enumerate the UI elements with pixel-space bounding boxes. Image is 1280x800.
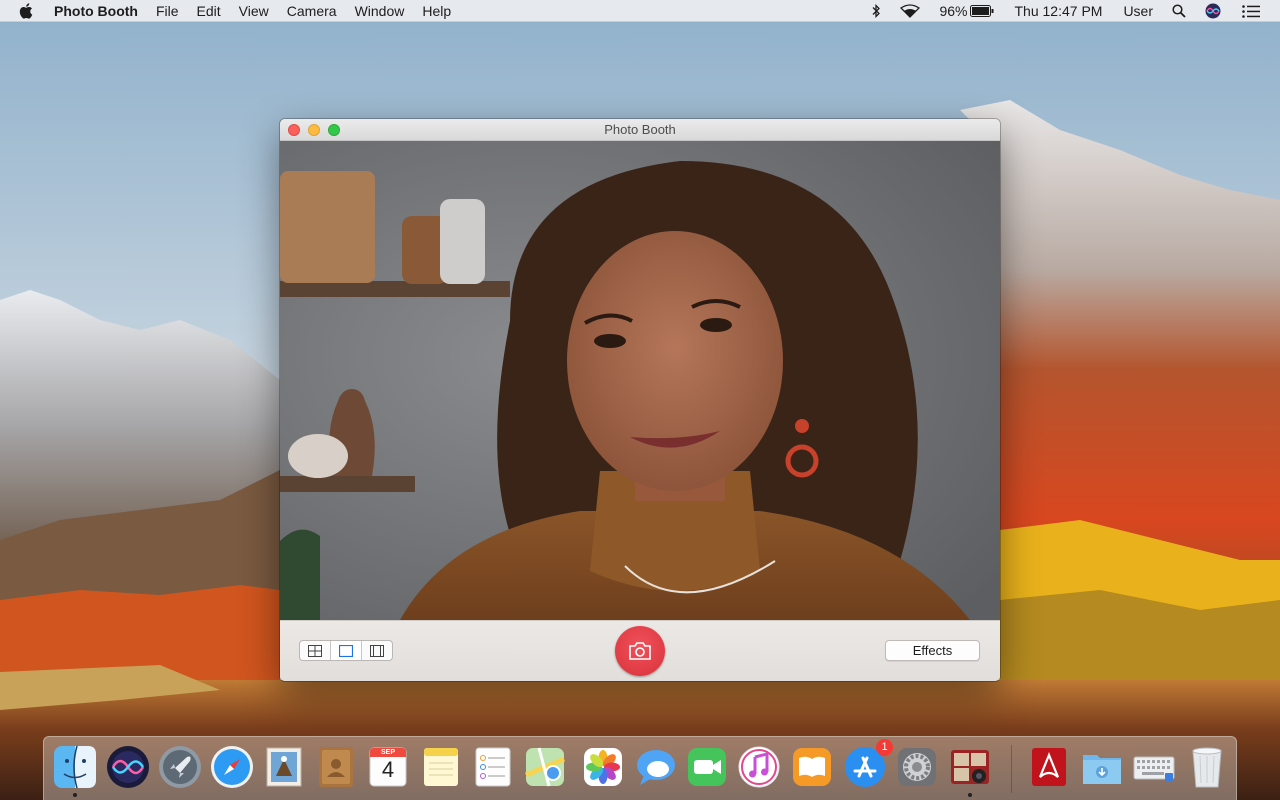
maps-icon <box>525 747 565 787</box>
launchpad-rocket-icon <box>159 746 201 788</box>
photo-booth-toolbar: Effects <box>280 620 1000 681</box>
mail-stamp-icon <box>266 747 302 787</box>
single-photo-view-button[interactable] <box>331 641 362 660</box>
reminders-list-icon <box>475 747 511 787</box>
downloads-folder-icon <box>1083 755 1121 784</box>
itunes-note-icon <box>738 746 780 788</box>
notification-center-icon[interactable] <box>1228 4 1280 18</box>
siri-icon[interactable] <box>1193 3 1228 19</box>
menu-edit[interactable]: Edit <box>188 0 230 22</box>
dock-contacts[interactable] <box>314 745 358 789</box>
menu-bar: Photo Booth File Edit View Camera Window… <box>0 0 1280 22</box>
dock-itunes[interactable] <box>737 745 781 789</box>
trash-icon <box>1192 747 1222 788</box>
wifi-icon[interactable] <box>888 4 927 18</box>
view-mode-segmented-control <box>299 640 393 661</box>
filmstrip-view-button[interactable] <box>362 641 392 660</box>
dock-system-preferences[interactable] <box>895 745 939 789</box>
dock-launchpad[interactable] <box>158 745 202 789</box>
take-photo-button[interactable] <box>615 626 665 676</box>
safari-compass-icon <box>211 746 253 788</box>
menu-camera[interactable]: Camera <box>278 0 346 22</box>
spotlight-search-icon[interactable] <box>1160 4 1193 18</box>
camera-icon <box>629 642 651 660</box>
acrobat-reader-icon <box>1032 748 1066 786</box>
menu-app-name[interactable]: Photo Booth <box>54 0 147 22</box>
dock-mail[interactable] <box>262 745 306 789</box>
window-title: Photo Booth <box>604 122 676 137</box>
menu-window[interactable]: Window <box>346 0 414 22</box>
menubar-clock[interactable]: Thu 12:47 PM <box>1001 0 1110 22</box>
running-indicator <box>73 793 77 797</box>
calendar-day: 4 <box>381 757 395 782</box>
dock-app-store[interactable]: 1 <box>843 739 893 789</box>
menu-view[interactable]: View <box>230 0 278 22</box>
single-frame-icon <box>339 644 353 657</box>
dock-maps[interactable] <box>523 745 567 789</box>
photo-booth-window: Photo Booth Effects <box>280 119 1000 681</box>
messages-bubble-icon <box>637 750 675 785</box>
finder-icon <box>54 745 96 789</box>
dock-calendar[interactable]: SEP 4 <box>366 745 410 789</box>
dock-acrobat-reader[interactable] <box>1027 745 1071 789</box>
running-indicator <box>968 793 972 797</box>
user-menu[interactable]: User <box>1109 0 1160 22</box>
status-menus: 96% Thu 12:47 PM User <box>864 0 1280 22</box>
photo-booth-icon <box>951 750 989 784</box>
photos-flower-icon <box>584 748 622 786</box>
calendar-month: SEP <box>380 749 395 756</box>
dock-reminders[interactable] <box>471 745 515 789</box>
dock-ibooks[interactable] <box>790 745 834 789</box>
camera-preview <box>280 141 1000 620</box>
window-titlebar[interactable]: Photo Booth <box>280 119 1000 141</box>
dock-keyboard-viewer[interactable] <box>1132 745 1176 789</box>
menu-file[interactable]: File <box>147 0 188 22</box>
siri-icon <box>107 746 149 788</box>
dock-siri[interactable] <box>106 745 150 789</box>
dock-finder[interactable] <box>53 745 97 797</box>
battery-icon[interactable] <box>969 5 1001 17</box>
notes-pad-icon <box>424 748 458 786</box>
facetime-icon <box>688 748 726 786</box>
contacts-book-icon <box>319 747 353 787</box>
ibooks-icon <box>793 748 831 786</box>
bluetooth-icon[interactable] <box>864 4 888 18</box>
grid-icon <box>308 644 322 657</box>
dock-safari[interactable] <box>210 745 254 789</box>
four-up-view-button[interactable] <box>300 641 331 660</box>
battery-percent[interactable]: 96% <box>927 0 969 22</box>
app-store-badge: 1 <box>876 739 893 756</box>
apple-menu-icon[interactable] <box>18 2 36 20</box>
dock-notes[interactable] <box>419 745 463 789</box>
dock: SEP 4 1 <box>43 736 1237 800</box>
dock-downloads-folder[interactable] <box>1080 745 1124 789</box>
dock-facetime[interactable] <box>685 745 729 789</box>
keyboard-icon <box>1133 756 1175 781</box>
dock-photos[interactable] <box>581 745 625 789</box>
filmstrip-icon <box>370 644 384 657</box>
dock-trash[interactable] <box>1185 745 1229 789</box>
gear-icon <box>898 748 936 786</box>
effects-button[interactable]: Effects <box>885 640 980 661</box>
dock-photo-booth[interactable] <box>948 745 992 797</box>
menu-help[interactable]: Help <box>413 0 460 22</box>
dock-separator <box>1011 745 1012 793</box>
dock-messages[interactable] <box>634 745 678 789</box>
